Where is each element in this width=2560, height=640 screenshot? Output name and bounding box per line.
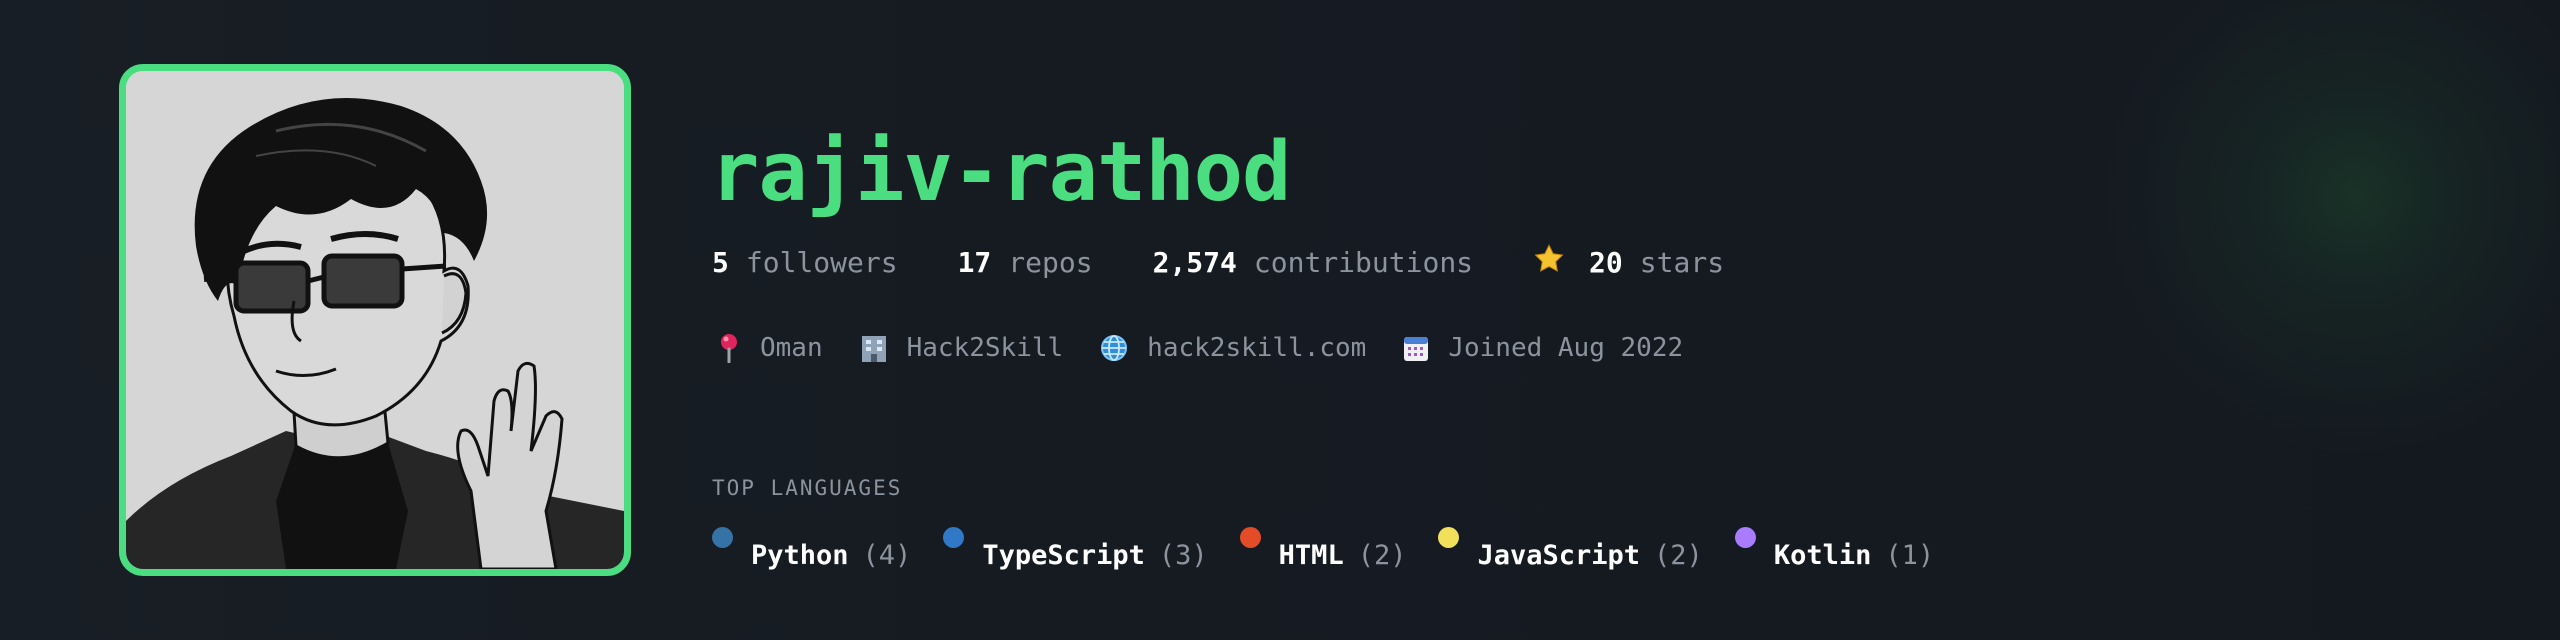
language-item-kotlin: Kotlin (1) (1734, 524, 1935, 584)
stat-label: repos (1008, 245, 1093, 279)
language-color-dot (1239, 527, 1261, 548)
username: rajiv-rathod (710, 125, 1291, 220)
language-name: Python (751, 540, 849, 571)
top-languages-heading: TOP LANGUAGES (712, 476, 903, 500)
language-name: JavaScript (1477, 540, 1641, 571)
calendar-icon (1402, 333, 1430, 363)
avatar (119, 64, 631, 576)
language-color-dot (1438, 527, 1460, 548)
meta-company: Hack2Skill (859, 333, 1064, 363)
avatar-illustration (126, 71, 624, 569)
language-color-dot (1734, 527, 1756, 548)
language-count: (4) (862, 540, 912, 571)
globe-icon (1099, 333, 1129, 363)
language-color-dot (712, 527, 733, 548)
star-icon (1533, 243, 1565, 282)
meta-website[interactable]: hack2skill.com (1099, 333, 1366, 363)
language-count: (2) (1357, 540, 1407, 571)
language-count: (1) (1885, 540, 1935, 571)
stat-repos[interactable]: 17 repos (958, 246, 1093, 279)
stat-value: 5 (712, 245, 729, 279)
language-name: HTML (1278, 540, 1344, 571)
website-link[interactable]: hack2skill.com (1147, 333, 1366, 363)
language-color-dot (943, 527, 965, 548)
language-item-typescript: TypeScript (3) (943, 524, 1208, 584)
language-count: (2) (1654, 540, 1703, 571)
building-icon (859, 333, 889, 363)
meta-location: Oman (716, 333, 823, 363)
top-languages-list: Python (4) TypeScript (3) HTML (2) JavaS… (712, 524, 1934, 584)
pin-icon (716, 333, 742, 363)
stat-label: followers (745, 245, 898, 279)
joined-text: Joined Aug 2022 (1448, 333, 1684, 363)
stat-label: contributions (1253, 245, 1474, 279)
language-name: TypeScript (982, 540, 1145, 571)
language-item-python: Python (4) (712, 524, 911, 584)
profile-meta: Oman Hack2Skill hack2skill.com Joined Au… (716, 330, 1683, 366)
meta-joined: Joined Aug 2022 (1402, 333, 1683, 363)
stat-value: 20 (1589, 245, 1623, 279)
stat-contributions[interactable]: 2,574 contributions (1153, 246, 1473, 279)
language-item-html: HTML (2) (1239, 524, 1407, 584)
stat-stars[interactable]: 20 stars (1533, 243, 1724, 282)
stat-label: stars (1639, 245, 1725, 279)
stat-followers[interactable]: 5 followers (712, 246, 898, 279)
language-item-javascript: JavaScript (2) (1438, 524, 1703, 584)
company-text: Hack2Skill (906, 333, 1064, 363)
language-name: Kotlin (1773, 540, 1872, 571)
profile-stats: 5 followers 17 repos 2,574 contributions… (712, 240, 1724, 284)
stat-value: 2,574 (1152, 245, 1237, 279)
stat-value: 17 (957, 245, 992, 279)
location-text: Oman (760, 333, 823, 363)
language-count: (3) (1158, 540, 1208, 571)
